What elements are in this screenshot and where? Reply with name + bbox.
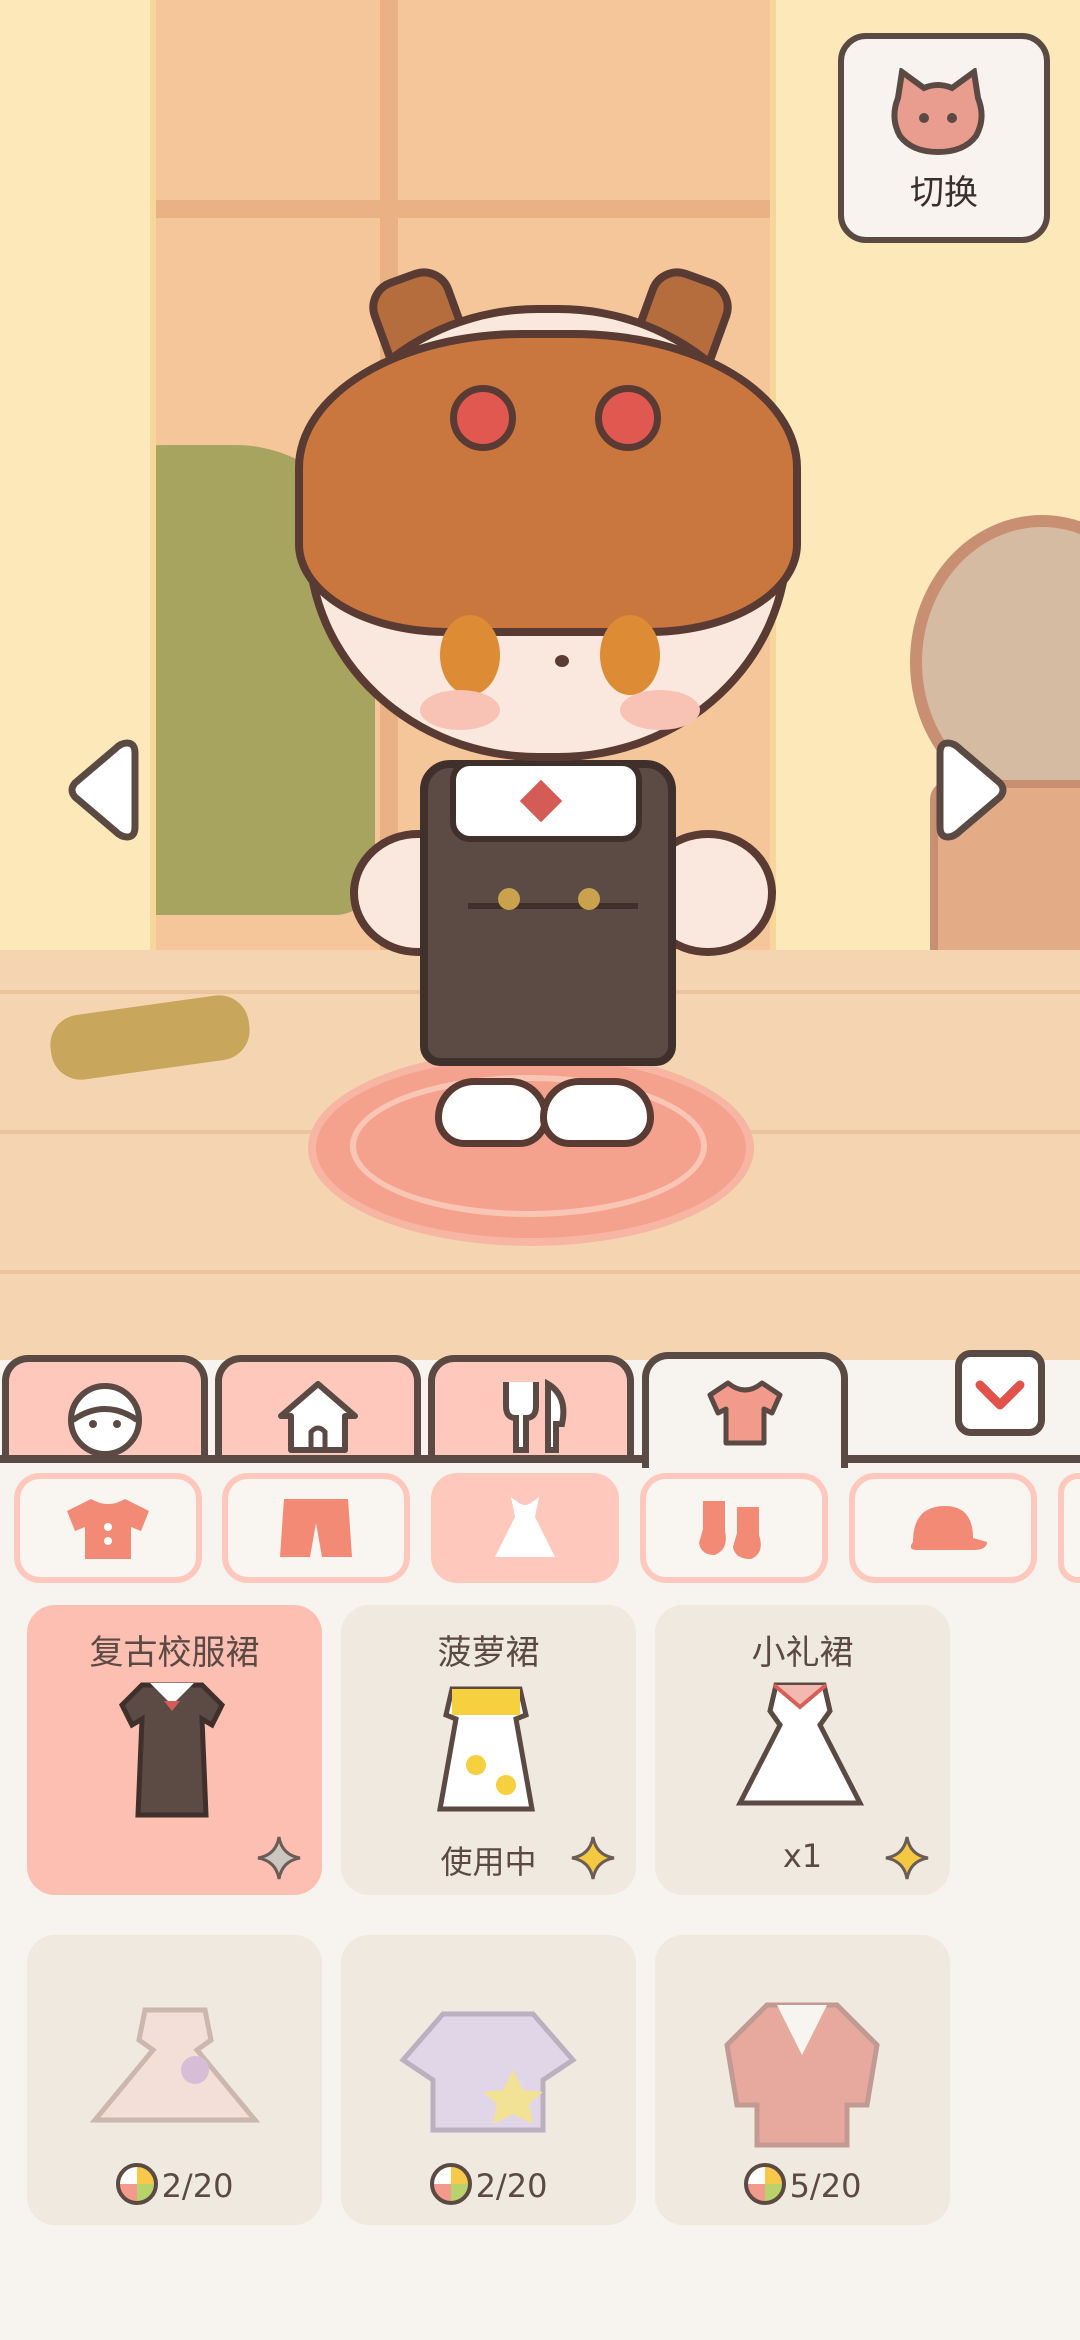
item-name: 小礼裙: [751, 1633, 854, 1673]
tab-face[interactable]: [2, 1355, 208, 1463]
item-price: 5/20: [655, 2163, 950, 2205]
dress-icon: [495, 1497, 555, 1557]
top-icon: [67, 1499, 149, 1559]
tab-clothing[interactable]: [642, 1352, 848, 1468]
category-socks[interactable]: [640, 1473, 828, 1583]
category-hats[interactable]: [849, 1473, 1037, 1583]
locked-item-card[interactable]: 2/20: [341, 1935, 636, 2225]
curtain-left: [0, 0, 156, 1000]
school-dress-icon: [118, 1682, 226, 1818]
hanfu-dress-icon: [724, 2002, 880, 2148]
socks-icon: [699, 1501, 761, 1559]
item-card[interactable]: 小礼裙 x1: [655, 1605, 950, 1895]
item-price: 2/20: [341, 2163, 636, 2205]
character-mouth: [555, 655, 569, 667]
shorts-icon: [280, 1499, 352, 1557]
character-collar: [450, 760, 642, 842]
star-icon: [885, 1836, 929, 1880]
item-card[interactable]: 复古校服裙: [27, 1605, 322, 1895]
tab-home[interactable]: [215, 1355, 421, 1463]
character-hair: [295, 330, 801, 636]
character-shoe: [540, 1078, 654, 1147]
category-tops[interactable]: [14, 1473, 202, 1583]
cat-face-icon: [891, 68, 985, 156]
coin-icon: [429, 2163, 472, 2205]
character-shoe: [435, 1078, 549, 1147]
pink-dress-icon: [89, 2007, 261, 2123]
shirt-icon: [707, 1380, 783, 1446]
pineapple-dress-icon: [437, 1686, 535, 1812]
star-icon: [571, 1836, 615, 1880]
item-name: 复古校服裙: [89, 1633, 260, 1673]
item-name: 菠萝裙: [437, 1633, 540, 1673]
house-icon: [278, 1381, 358, 1453]
category-more[interactable]: [1058, 1473, 1080, 1583]
lavender-dress-icon: [399, 2011, 577, 2133]
chevron-down-icon: [975, 1380, 1025, 1410]
switch-label: 切换: [910, 173, 978, 213]
right-arrow-icon[interactable]: [935, 735, 1010, 845]
cutlery-icon: [503, 1378, 567, 1453]
coin-icon: [115, 2163, 158, 2205]
small-dress-icon: [735, 1682, 865, 1806]
tab-food[interactable]: [428, 1355, 634, 1463]
character-eye: [440, 615, 500, 695]
item-card[interactable]: 菠萝裙 使用中: [341, 1605, 636, 1895]
hat-icon: [910, 1506, 987, 1550]
face-icon: [68, 1383, 142, 1457]
character-eye: [600, 615, 660, 695]
star-icon: [257, 1836, 301, 1880]
collapse-panel-button[interactable]: [955, 1350, 1045, 1436]
left-arrow-icon[interactable]: [65, 735, 140, 845]
locked-item-card[interactable]: 5/20: [655, 1935, 950, 2225]
item-price: 2/20: [27, 2163, 322, 2205]
locked-item-card[interactable]: 2/20: [27, 1935, 322, 2225]
coin-icon: [743, 2163, 786, 2205]
category-dresses[interactable]: [431, 1473, 619, 1583]
category-bottoms[interactable]: [222, 1473, 410, 1583]
